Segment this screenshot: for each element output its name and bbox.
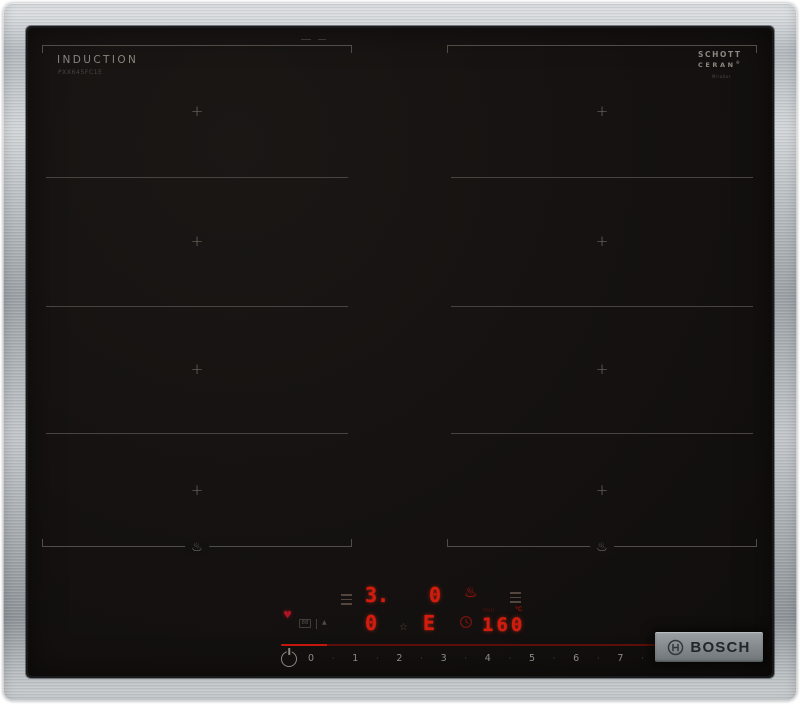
key-caption-bar bbox=[318, 39, 326, 40]
temperature-display: 160 bbox=[482, 615, 525, 635]
steam-pan-icon: ♨ bbox=[590, 541, 614, 555]
power-display-bottom: 0 bbox=[365, 613, 377, 633]
zone-plus-marker: + bbox=[191, 481, 204, 499]
zone-separator-line bbox=[451, 433, 753, 434]
function-key-row[interactable]: 88 ▲ bbox=[299, 619, 327, 629]
slider-separator: · bbox=[597, 654, 600, 663]
zone-separator-line bbox=[46, 177, 348, 178]
bosch-wordmark: BOSCH bbox=[690, 639, 750, 656]
slider-separator: · bbox=[509, 654, 512, 663]
slider-separator: · bbox=[332, 654, 335, 663]
flex-zone-left: ♨ + + + + bbox=[42, 45, 352, 547]
bosch-emblem-icon bbox=[667, 639, 684, 656]
zone-plus-marker: + bbox=[596, 232, 609, 250]
zone-bracket-top bbox=[447, 45, 757, 53]
star-icon: ☆ bbox=[399, 622, 408, 633]
minutes-label: min bbox=[483, 607, 494, 614]
zone-separator-line bbox=[451, 306, 753, 307]
timer-display: 3. bbox=[365, 585, 389, 605]
timer-clock-icon[interactable] bbox=[459, 615, 473, 629]
bosch-logo-plate: BOSCH bbox=[655, 632, 763, 662]
zone-separator-line bbox=[46, 306, 348, 307]
flex-zone-right: ♨ + + + + bbox=[447, 45, 757, 547]
zone-plus-marker: + bbox=[191, 360, 204, 378]
slider-separator: · bbox=[420, 654, 423, 663]
slider-separator: · bbox=[553, 654, 556, 663]
slider-digit-3[interactable]: 3 bbox=[441, 653, 447, 664]
zone-plus-marker: + bbox=[596, 481, 609, 499]
slider-digit-2[interactable]: 2 bbox=[396, 653, 402, 664]
zone-plus-marker: + bbox=[191, 102, 204, 120]
zone-bracket-top bbox=[42, 45, 352, 53]
slider-digit-1[interactable]: 1 bbox=[352, 653, 358, 664]
zone-plus-marker: + bbox=[596, 102, 609, 120]
key-divider bbox=[316, 619, 317, 629]
power-button[interactable] bbox=[281, 651, 297, 667]
glass-surface: INDUCTION PXX645FC1E SCHOTT CERAN® Mirad… bbox=[28, 28, 772, 676]
slider-digit-7[interactable]: 7 bbox=[617, 653, 623, 664]
steam-pan-icon: ♨ bbox=[185, 541, 209, 555]
bridge-indicator-left bbox=[341, 594, 352, 605]
zone-plus-marker: + bbox=[191, 232, 204, 250]
slider-separator: · bbox=[464, 654, 467, 663]
bridge-indicator-right bbox=[510, 592, 521, 603]
flex-zone-display: E bbox=[423, 613, 435, 633]
zone-plus-marker: + bbox=[596, 360, 609, 378]
mini-display-key-icon[interactable]: 88 bbox=[299, 619, 311, 628]
slider-digit-4[interactable]: 4 bbox=[485, 653, 491, 664]
slider-digit-6[interactable]: 6 bbox=[573, 653, 579, 664]
key-caption-bar bbox=[301, 39, 311, 40]
product-photo: INDUCTION PXX645FC1E SCHOTT CERAN® Mirad… bbox=[0, 0, 800, 704]
zone-separator-line bbox=[46, 433, 348, 434]
zone-separator-line bbox=[451, 177, 753, 178]
slider-digit-0[interactable]: 0 bbox=[308, 653, 314, 664]
power-display-top: 0 bbox=[429, 585, 441, 605]
fry-sensor-icon[interactable]: ♨ bbox=[464, 583, 477, 601]
steel-frame: INDUCTION PXX645FC1E SCHOTT CERAN® Mirad… bbox=[3, 3, 797, 701]
slider-separator: · bbox=[641, 654, 644, 663]
slider-digit-5[interactable]: 5 bbox=[529, 653, 535, 664]
slider-separator: · bbox=[376, 654, 379, 663]
home-connect-heart-icon: ♥ bbox=[283, 610, 292, 621]
power-level-slider[interactable]: 0 · 1 · 2 · 3 · 4 · 5 · 6 · 7 · 8 · 9 bbox=[308, 653, 712, 664]
celsius-label: °C bbox=[515, 606, 522, 613]
move-function-key-icon[interactable]: ▲ bbox=[322, 619, 327, 627]
